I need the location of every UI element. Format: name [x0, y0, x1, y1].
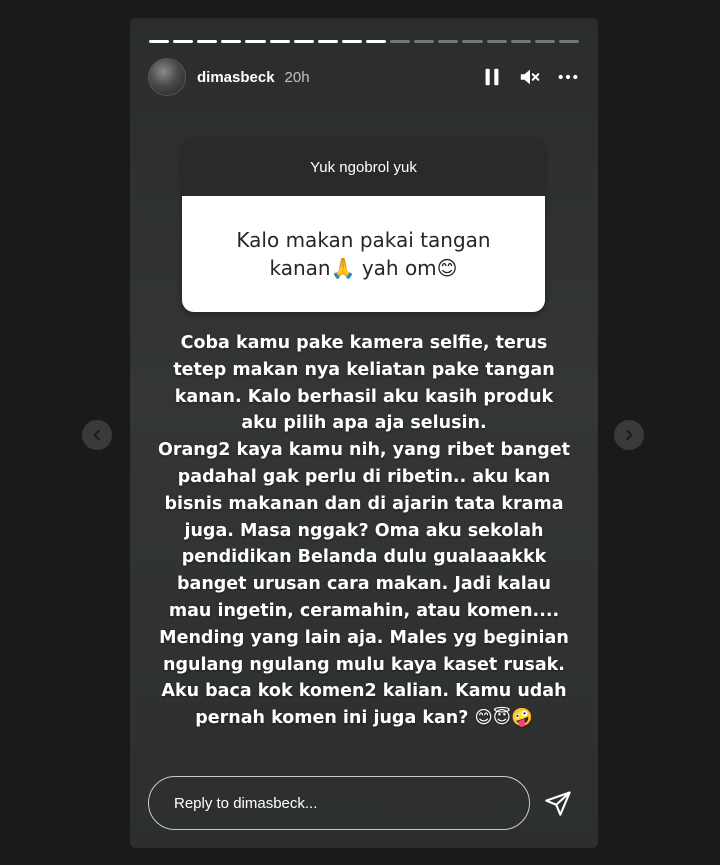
- progress-segment: [534, 40, 555, 43]
- progress-segment: [293, 40, 314, 43]
- progress-segment: [221, 40, 242, 43]
- progress-segment: [341, 40, 362, 43]
- story-controls: [480, 65, 580, 89]
- chevron-left-icon: [93, 429, 100, 441]
- more-options-icon: [558, 74, 578, 80]
- progress-segment: [558, 40, 579, 43]
- progress-segment: [365, 40, 387, 43]
- progress-segment: [149, 40, 170, 43]
- progress-segment: [438, 40, 459, 43]
- story-viewer: dimasbeck 20h Yuk ngobrol yuk Kalo makan…: [0, 0, 720, 865]
- progress-segment: [245, 40, 266, 43]
- story-text-overlay: Coba kamu pake kamera selfie, terus tete…: [157, 333, 570, 729]
- pause-icon: [485, 68, 499, 86]
- story-card[interactable]: dimasbeck 20h Yuk ngobrol yuk Kalo makan…: [130, 18, 598, 848]
- story-progress-bar: [149, 40, 579, 43]
- more-options-button[interactable]: [556, 65, 580, 89]
- question-sticker: Yuk ngobrol yuk Kalo makan pakai tangan …: [182, 138, 545, 312]
- reply-bar: Reply to dimasbeck...: [148, 776, 580, 830]
- previous-story-button[interactable]: [82, 420, 112, 450]
- progress-segment: [486, 40, 507, 43]
- reply-input[interactable]: Reply to dimasbeck...: [148, 776, 530, 830]
- next-story-button[interactable]: [614, 420, 644, 450]
- send-icon: [545, 791, 571, 816]
- username[interactable]: dimasbeck: [197, 69, 275, 86]
- question-prompt: Yuk ngobrol yuk: [182, 138, 545, 196]
- question-answer: Kalo makan pakai tangan kanan🙏 yah om😊: [182, 196, 545, 312]
- speaker-muted-icon: [520, 69, 540, 85]
- story-header: dimasbeck 20h: [148, 58, 580, 96]
- send-button[interactable]: [542, 787, 574, 819]
- mute-button[interactable]: [518, 65, 542, 89]
- progress-segment: [390, 40, 411, 43]
- pause-button[interactable]: [480, 65, 504, 89]
- chevron-right-icon: [626, 429, 633, 441]
- progress-segment: [269, 40, 290, 43]
- progress-segment: [462, 40, 483, 43]
- progress-segment: [173, 40, 194, 43]
- avatar[interactable]: [148, 58, 186, 96]
- progress-segment: [317, 40, 338, 43]
- progress-segment: [414, 40, 435, 43]
- progress-segment: [197, 40, 218, 43]
- story-timestamp: 20h: [284, 68, 310, 86]
- progress-segment: [510, 40, 531, 43]
